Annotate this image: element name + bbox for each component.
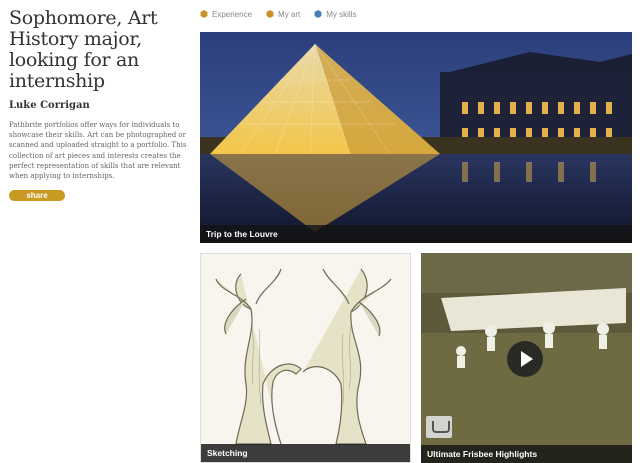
hexagon-icon [266,10,274,18]
author-name: Luke Corrigan [9,100,90,111]
share-button[interactable]: share [9,190,65,202]
page-title: Sophomore, Art History major, looking fo… [9,7,158,92]
portfolio-tile-frisbee-video[interactable]: Ultimate Frisbee Highlights [421,253,632,463]
portfolio-nav: Experience My art My skills [200,8,370,20]
video-source-icon [426,416,452,438]
nav-label: My art [278,9,301,19]
portfolio-tile-louvre[interactable]: Trip to the Louvre [200,32,632,243]
nav-item-experience[interactable]: Experience [200,10,252,19]
louvre-photo [200,32,632,243]
hexagon-icon [200,10,208,18]
nav-label: My skills [326,9,357,19]
profile-panel: Sophomore, Art History major, looking fo… [9,8,194,202]
tile-caption: Trip to the Louvre [200,225,632,243]
profile-description: Pathbrite portfolios offer ways for indi… [9,121,187,181]
tile-caption: Sketching [201,444,410,462]
play-button[interactable] [507,341,543,377]
nav-label: Experience [212,9,253,19]
hexagon-icon [314,10,322,18]
nav-item-my-skills[interactable]: My skills [314,10,356,19]
tile-caption: Ultimate Frisbee Highlights [421,445,632,463]
portfolio-tile-sketching[interactable]: Sketching [200,253,411,463]
nav-item-my-art[interactable]: My art [266,10,300,19]
sketch-image [201,254,410,462]
